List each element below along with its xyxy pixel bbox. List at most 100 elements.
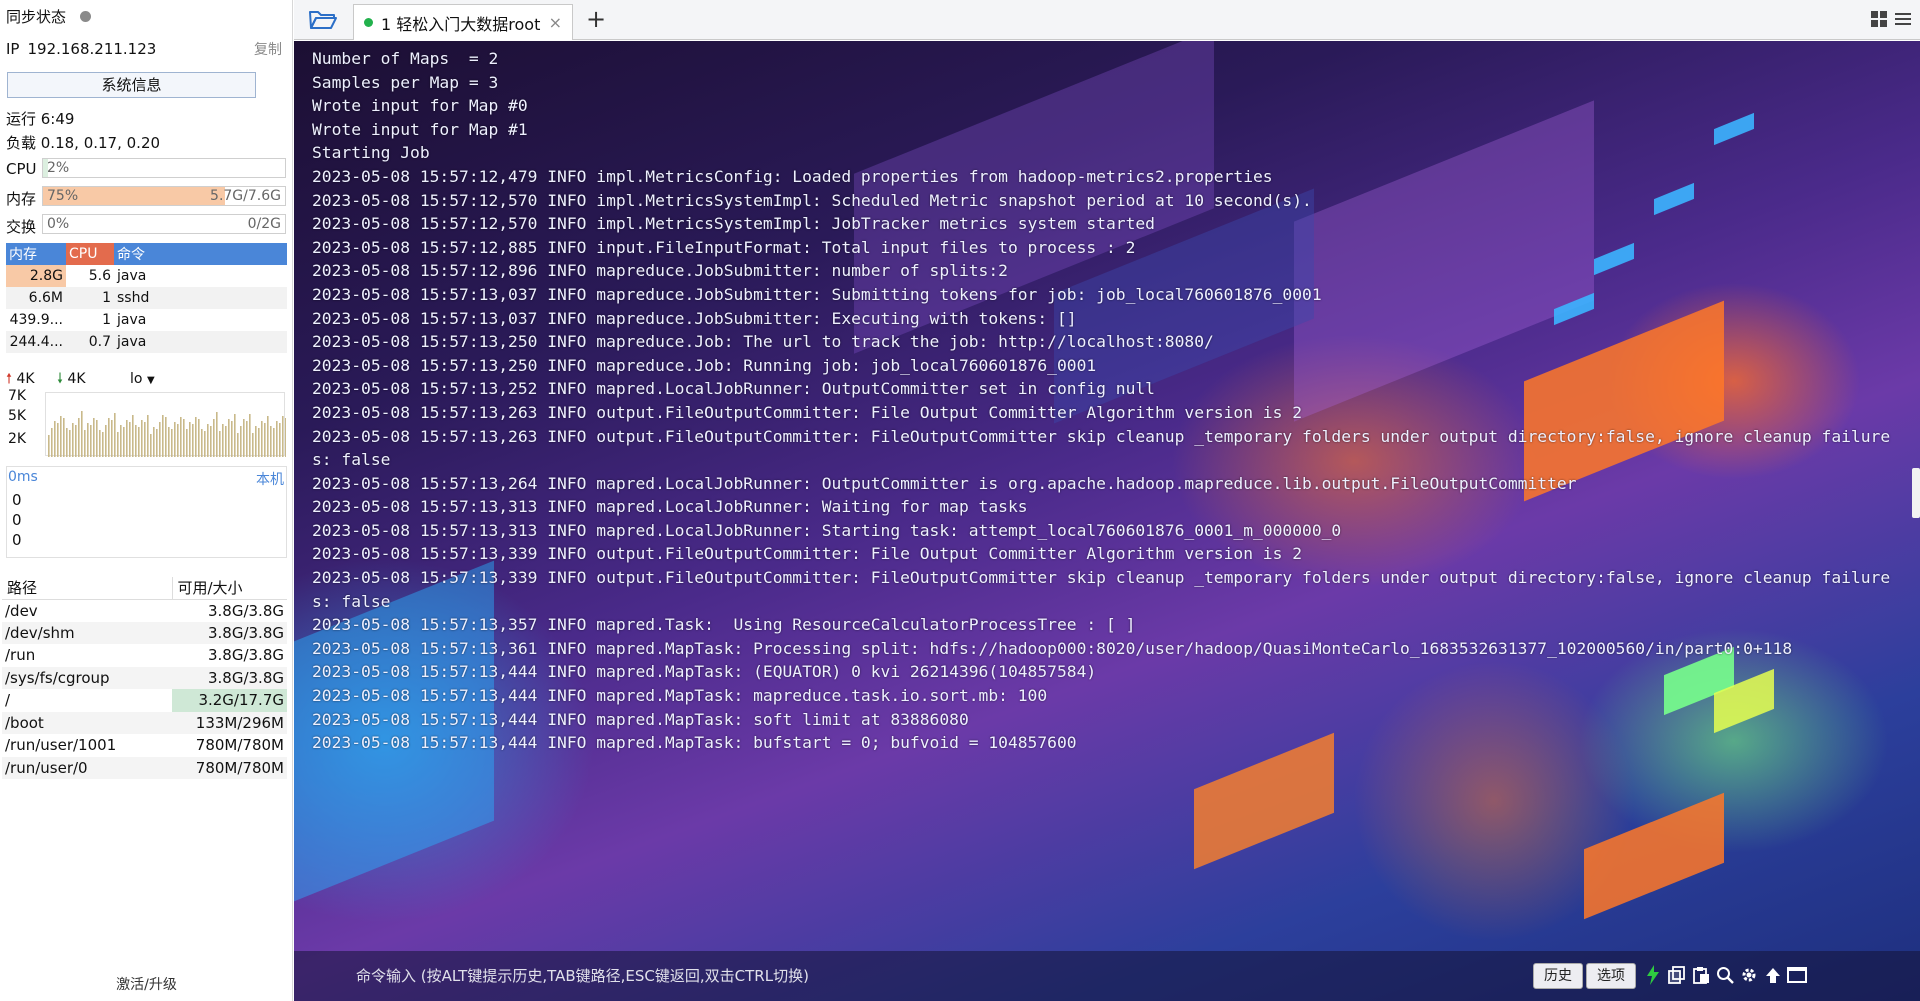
process-row[interactable]: 439.9... 1 java [6,309,287,331]
process-cmd: java [117,268,147,284]
net-traffic-bar [117,432,119,457]
disk-row[interactable]: /dev/shm 3.8G/3.8G [2,621,287,644]
process-cmd: sshd [114,287,287,309]
activate-upgrade-link[interactable]: 激活/升级 [0,974,293,994]
terminal-scrollbar[interactable] [1912,468,1920,518]
net-traffic-bar [108,418,110,457]
network-traffic-chart [45,392,287,457]
grid-icon[interactable] [1870,10,1888,28]
search-icon[interactable] [1714,964,1736,986]
command-input[interactable] [356,963,1256,989]
process-row[interactable]: 244.4... 0.7 java [6,331,287,353]
disk-header-path[interactable]: 路径 [2,577,172,600]
net-traffic-bar [246,421,248,457]
net-traffic-bar [243,419,245,457]
process-cpu: 5.6 [88,268,111,284]
ip-value: 192.168.211.123 [27,40,157,58]
net-traffic-bar [180,417,182,457]
proc-header-cmd[interactable]: 命令 [114,243,287,265]
cpu-label: CPU [6,160,37,178]
latency-value: 0 [12,511,22,529]
net-traffic-bar [138,427,140,457]
net-traffic-bar [75,425,77,457]
folder-open-icon[interactable] [308,8,338,32]
net-interface-select[interactable]: lo ▼ [130,371,155,387]
disk-row[interactable]: / 3.2G/17.7G [2,689,287,712]
net-traffic-bar [267,416,269,457]
process-mem: 6.6M [6,287,66,309]
net-traffic-bar [210,426,212,457]
net-traffic-bar [222,424,224,457]
process-row[interactable]: 2.8G 5.6 java [6,265,287,287]
tab-label: 1 轻松入门大数据root [381,14,541,34]
disk-path: / [5,691,11,710]
terminal-line: 2023-05-08 15:57:12,885 INFO input.FileI… [312,237,1136,257]
net-traffic-bar [84,430,86,457]
terminal-pane[interactable]: Number of Maps = 2 Samples per Map = 3 Wro… [294,41,1920,1001]
copy-icon[interactable] [1666,964,1688,986]
terminal-line: 2023-05-08 15:57:13,263 INFO output.File… [312,426,1891,470]
disk-row[interactable]: /boot 133M/296M [2,711,287,734]
process-cpu: 1 [66,287,114,309]
terminal-line: 2023-05-08 15:57:12,896 INFO mapreduce.J… [312,261,1008,281]
net-traffic-bar [93,418,95,457]
net-traffic-bar [249,414,251,457]
menu-icon[interactable] [1894,10,1912,28]
sync-status-label: 同步状态 [6,8,67,26]
mem-meter: 75% 5.7G/7.6G [42,186,286,206]
net-traffic-bar [48,435,50,457]
proc-header-mem[interactable]: 内存 [6,243,66,265]
net-traffic-bar [273,428,275,457]
arrow-up-icon[interactable] [1762,964,1784,986]
disk-path: /dev [5,601,38,620]
options-button[interactable]: 选项 [1586,963,1636,989]
lightning-icon[interactable] [1642,964,1664,986]
net-traffic-bar [123,427,125,457]
net-traffic-bar [120,425,122,457]
ip-label: IP [6,40,20,58]
disk-header-size[interactable]: 可用/大小 [171,577,287,600]
history-button[interactable]: 历史 [1533,963,1583,989]
net-traffic-bar [90,425,92,457]
disk-size: 3.8G/3.8G [207,601,284,620]
paste-icon[interactable] [1690,964,1712,986]
net-traffic-bar [66,428,68,457]
net-traffic-bar [195,417,197,457]
system-info-button[interactable]: 系统信息 [7,72,256,98]
terminal-line: 2023-05-08 15:57:13,444 INFO mapred.MapT… [312,662,1097,682]
disk-row[interactable]: /run/user/1001 780M/780M [2,734,287,757]
net-traffic-bar [264,423,266,457]
gear-icon[interactable] [1738,964,1760,986]
net-traffic-bar [63,418,65,457]
net-traffic-bar [114,413,116,457]
disk-row[interactable]: /dev 3.8G/3.8G [2,599,287,622]
terminal-line: 2023-05-08 15:57:13,250 INFO mapreduce.J… [312,332,1214,352]
terminal-line: 2023-05-08 15:57:13,339 INFO output.File… [312,544,1303,564]
add-tab-button[interactable]: + [586,6,606,32]
net-traffic-bar [261,421,263,457]
disk-row[interactable]: /sys/fs/cgroup 3.8G/3.8G [2,666,287,689]
net-traffic-bar [219,431,221,457]
net-traffic-bar [207,424,209,457]
close-icon[interactable]: × [549,13,562,32]
terminal-line: 2023-05-08 15:57:13,339 INFO output.File… [312,568,1891,611]
process-row[interactable]: 6.6M 1 sshd [6,287,287,309]
window-icon[interactable] [1786,964,1808,986]
process-cmd: java [114,331,287,353]
mem-amount: 5.7G/7.6G [210,188,281,204]
disk-row[interactable]: /run/user/0 780M/780M [2,756,287,779]
tab-session-1[interactable]: 1 轻松入门大数据root × [353,4,573,40]
net-traffic-bar [213,419,215,457]
terminal-output: Number of Maps = 2 Samples per Map = 3 Wro… [312,47,1902,755]
net-traffic-bar [111,420,113,457]
latency-host-link[interactable]: 本机 [256,469,284,489]
copy-ip-link[interactable]: 复制 [254,39,282,59]
proc-header-cpu[interactable]: CPU [66,243,114,265]
network-header: 🠕 4K 🠗 4K lo ▼ [6,368,286,388]
terminal-line: Wrote input for Map #0 [312,96,528,116]
process-table-header: 内存 CPU 命令 [6,243,287,265]
ip-row: IP 192.168.211.123 复制 [6,40,286,58]
terminal-line: 2023-05-08 15:57:12,570 INFO impl.Metric… [312,214,1155,234]
terminal-line: Samples per Map = 3 [312,72,499,92]
disk-row[interactable]: /run 3.8G/3.8G [2,644,287,667]
